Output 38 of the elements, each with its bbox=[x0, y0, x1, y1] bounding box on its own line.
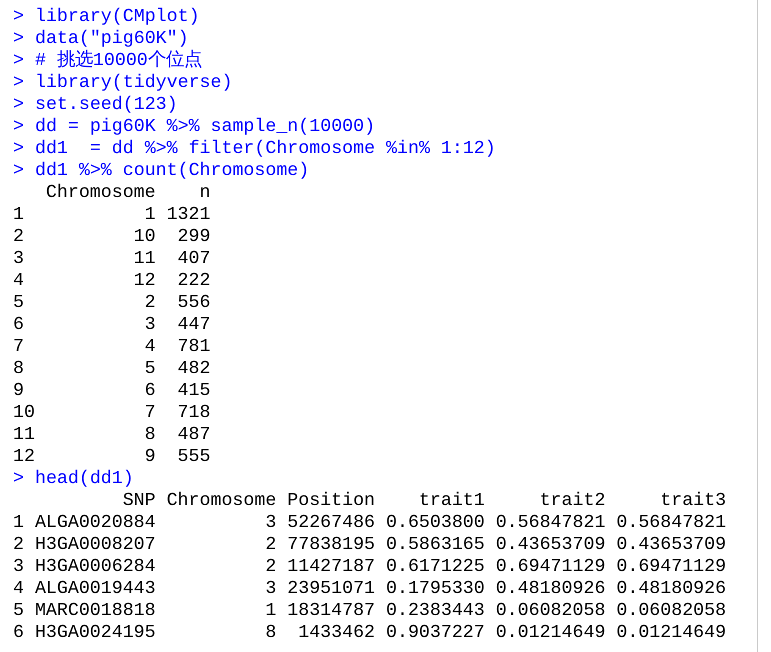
console-prompt: > bbox=[13, 468, 24, 490]
output-line: 6 3 447 bbox=[13, 314, 210, 336]
console-prompt: > bbox=[13, 160, 24, 182]
output-line: SNP Chromosome Position trait1 trait2 trait3 bbox=[122, 490, 726, 512]
output-line: 3 H3GA0006284 2 11427187 0.6171225 0.69471129 0.69471129 bbox=[13, 556, 726, 578]
output-line: 5 MARC0018818 1 18314787 0.2383443 0.06082058 0.06082058 bbox=[13, 600, 726, 622]
console-prompt: > bbox=[13, 28, 24, 50]
output-line: 1 ALGA0020884 3 52267486 0.6503800 0.56847821 0.56847821 bbox=[13, 512, 726, 534]
command-line: data("pig60K") bbox=[34, 28, 189, 50]
console-prompt: > bbox=[13, 138, 24, 160]
command-line: dd1 = dd %>% filter(Chromosome %in% 1:12) bbox=[34, 138, 496, 160]
output-line: 11 8 487 bbox=[13, 424, 210, 446]
output-line: 1 1 1321 bbox=[13, 204, 210, 226]
output-line: 9 6 415 bbox=[13, 380, 210, 402]
command-line: dd = pig60K %>% sample_n(10000) bbox=[34, 116, 376, 138]
console-prompt: > bbox=[13, 6, 24, 28]
output-line: Chromosome n bbox=[44, 182, 210, 204]
command-line: # 挑选10000个位点 bbox=[34, 50, 202, 72]
output-line: 6 H3GA0024195 8 1433462 0.9037227 0.01214649 0.01214649 bbox=[13, 622, 726, 644]
output-line: 12 9 555 bbox=[13, 446, 210, 468]
command-line: library(tidyverse) bbox=[34, 72, 232, 94]
console-prompt: > bbox=[13, 50, 24, 72]
output-line: 3 11 407 bbox=[13, 248, 210, 270]
console-prompt: > bbox=[13, 116, 24, 138]
output-line: 4 12 222 bbox=[13, 270, 210, 292]
output-line: 10 7 718 bbox=[13, 402, 210, 424]
output-line: 5 2 556 bbox=[13, 292, 210, 314]
command-line: dd1 %>% count(Chromosome) bbox=[34, 160, 310, 182]
output-line: 8 5 482 bbox=[13, 358, 210, 380]
console-prompt: > bbox=[13, 94, 24, 116]
command-line: set.seed(123) bbox=[34, 94, 178, 116]
output-line: 2 H3GA0008207 2 77838195 0.5863165 0.43653709 0.43653709 bbox=[13, 534, 726, 556]
output-line: 7 4 781 bbox=[13, 336, 210, 358]
output-line: 2 10 299 bbox=[13, 226, 210, 248]
command-line: library(CMplot) bbox=[34, 6, 200, 28]
console-prompt: > bbox=[13, 72, 24, 94]
output-line: 4 ALGA0019443 3 23951071 0.1795330 0.48180926 0.48180926 bbox=[13, 578, 726, 600]
command-line: head(dd1) bbox=[34, 468, 134, 490]
